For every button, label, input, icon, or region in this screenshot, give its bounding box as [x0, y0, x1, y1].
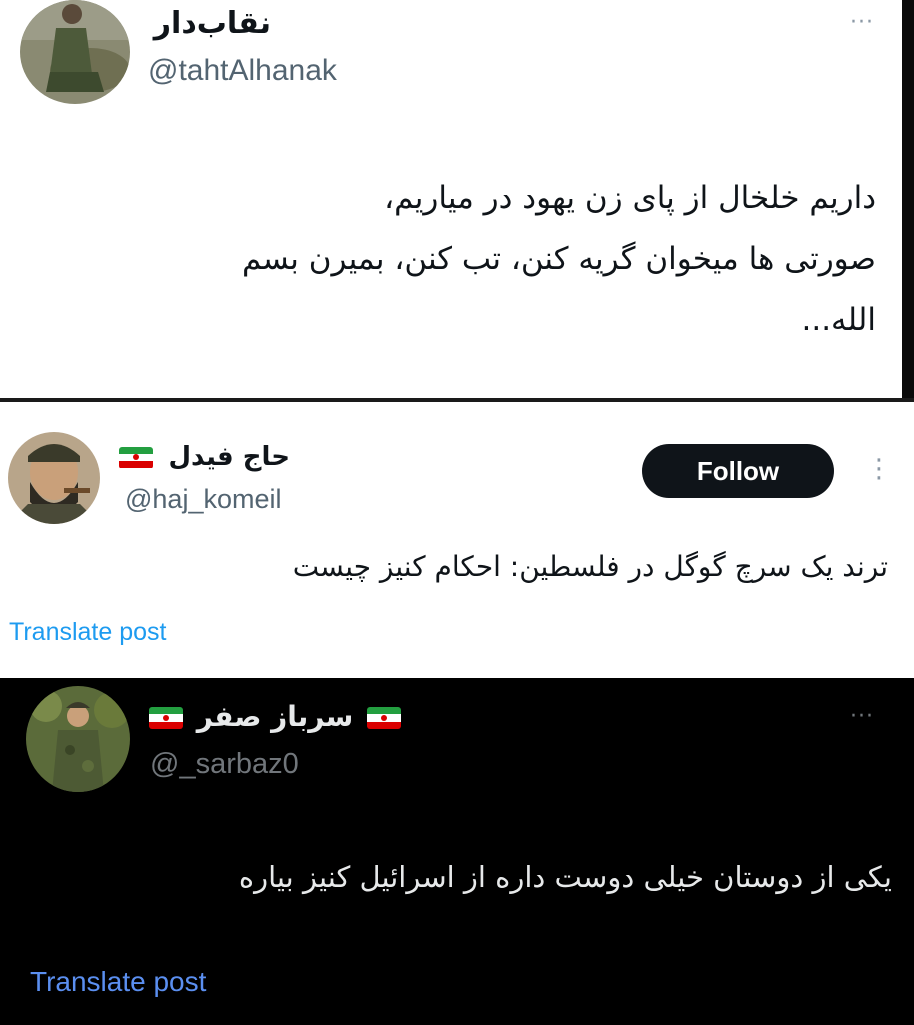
tweet-text: ترند یک سرچ گوگل در فلسطین: احکام کنیز چ… — [292, 550, 888, 583]
tweet-card-1: نقاب‌دار @tahtAlhanak ··· داریم خلخال از… — [0, 0, 902, 398]
tweet-card-2: حاج فیدل @haj_komeil Follow ⋮ ترند یک سر… — [0, 402, 914, 678]
avatar-photo — [20, 0, 130, 104]
translate-post-link[interactable]: Translate post — [9, 618, 166, 647]
handle[interactable]: @_sarbaz0 — [150, 748, 299, 781]
handle[interactable]: @haj_komeil — [125, 484, 281, 515]
panel-edge — [902, 0, 914, 398]
display-name[interactable]: حاج فیدل — [168, 442, 290, 472]
iran-flag-icon — [119, 446, 154, 469]
more-options-icon[interactable]: ··· — [850, 10, 874, 35]
tweet-text-line-2: صورتی ها میخوان گریه کنن، تب کنن، بمیرن … — [241, 241, 876, 277]
avatar-photo — [8, 432, 100, 524]
tweet-text-line-1: داریم خلخال از پای زن یهود در میاریم، — [384, 180, 876, 216]
avatar[interactable] — [26, 686, 130, 792]
tweet-card-3: سرباز صفر @_sarbaz0 ··· یکی از دوستان خی… — [0, 678, 914, 1025]
more-options-icon[interactable]: ⋮ — [866, 454, 893, 484]
avatar-photo — [26, 686, 130, 792]
avatar[interactable] — [20, 0, 130, 104]
translate-post-link[interactable]: Translate post — [30, 966, 206, 998]
display-name-row: سرباز صفر — [149, 700, 401, 733]
iran-flag-icon — [149, 707, 184, 729]
iran-flag-icon — [367, 707, 401, 729]
display-name[interactable]: نقاب‌دار — [154, 6, 271, 41]
tweet-text: یکی از دوستان خیلی دوست داره از اسرائیل … — [238, 860, 892, 894]
follow-button[interactable]: Follow — [642, 444, 834, 498]
display-name[interactable]: سرباز صفر — [197, 700, 353, 733]
handle[interactable]: @tahtAlhanak — [148, 54, 337, 88]
avatar[interactable] — [8, 432, 100, 524]
tweet-text-line-3: الله... — [801, 302, 876, 338]
more-options-icon[interactable]: ··· — [850, 704, 874, 729]
display-name-row: حاج فیدل — [119, 442, 290, 472]
